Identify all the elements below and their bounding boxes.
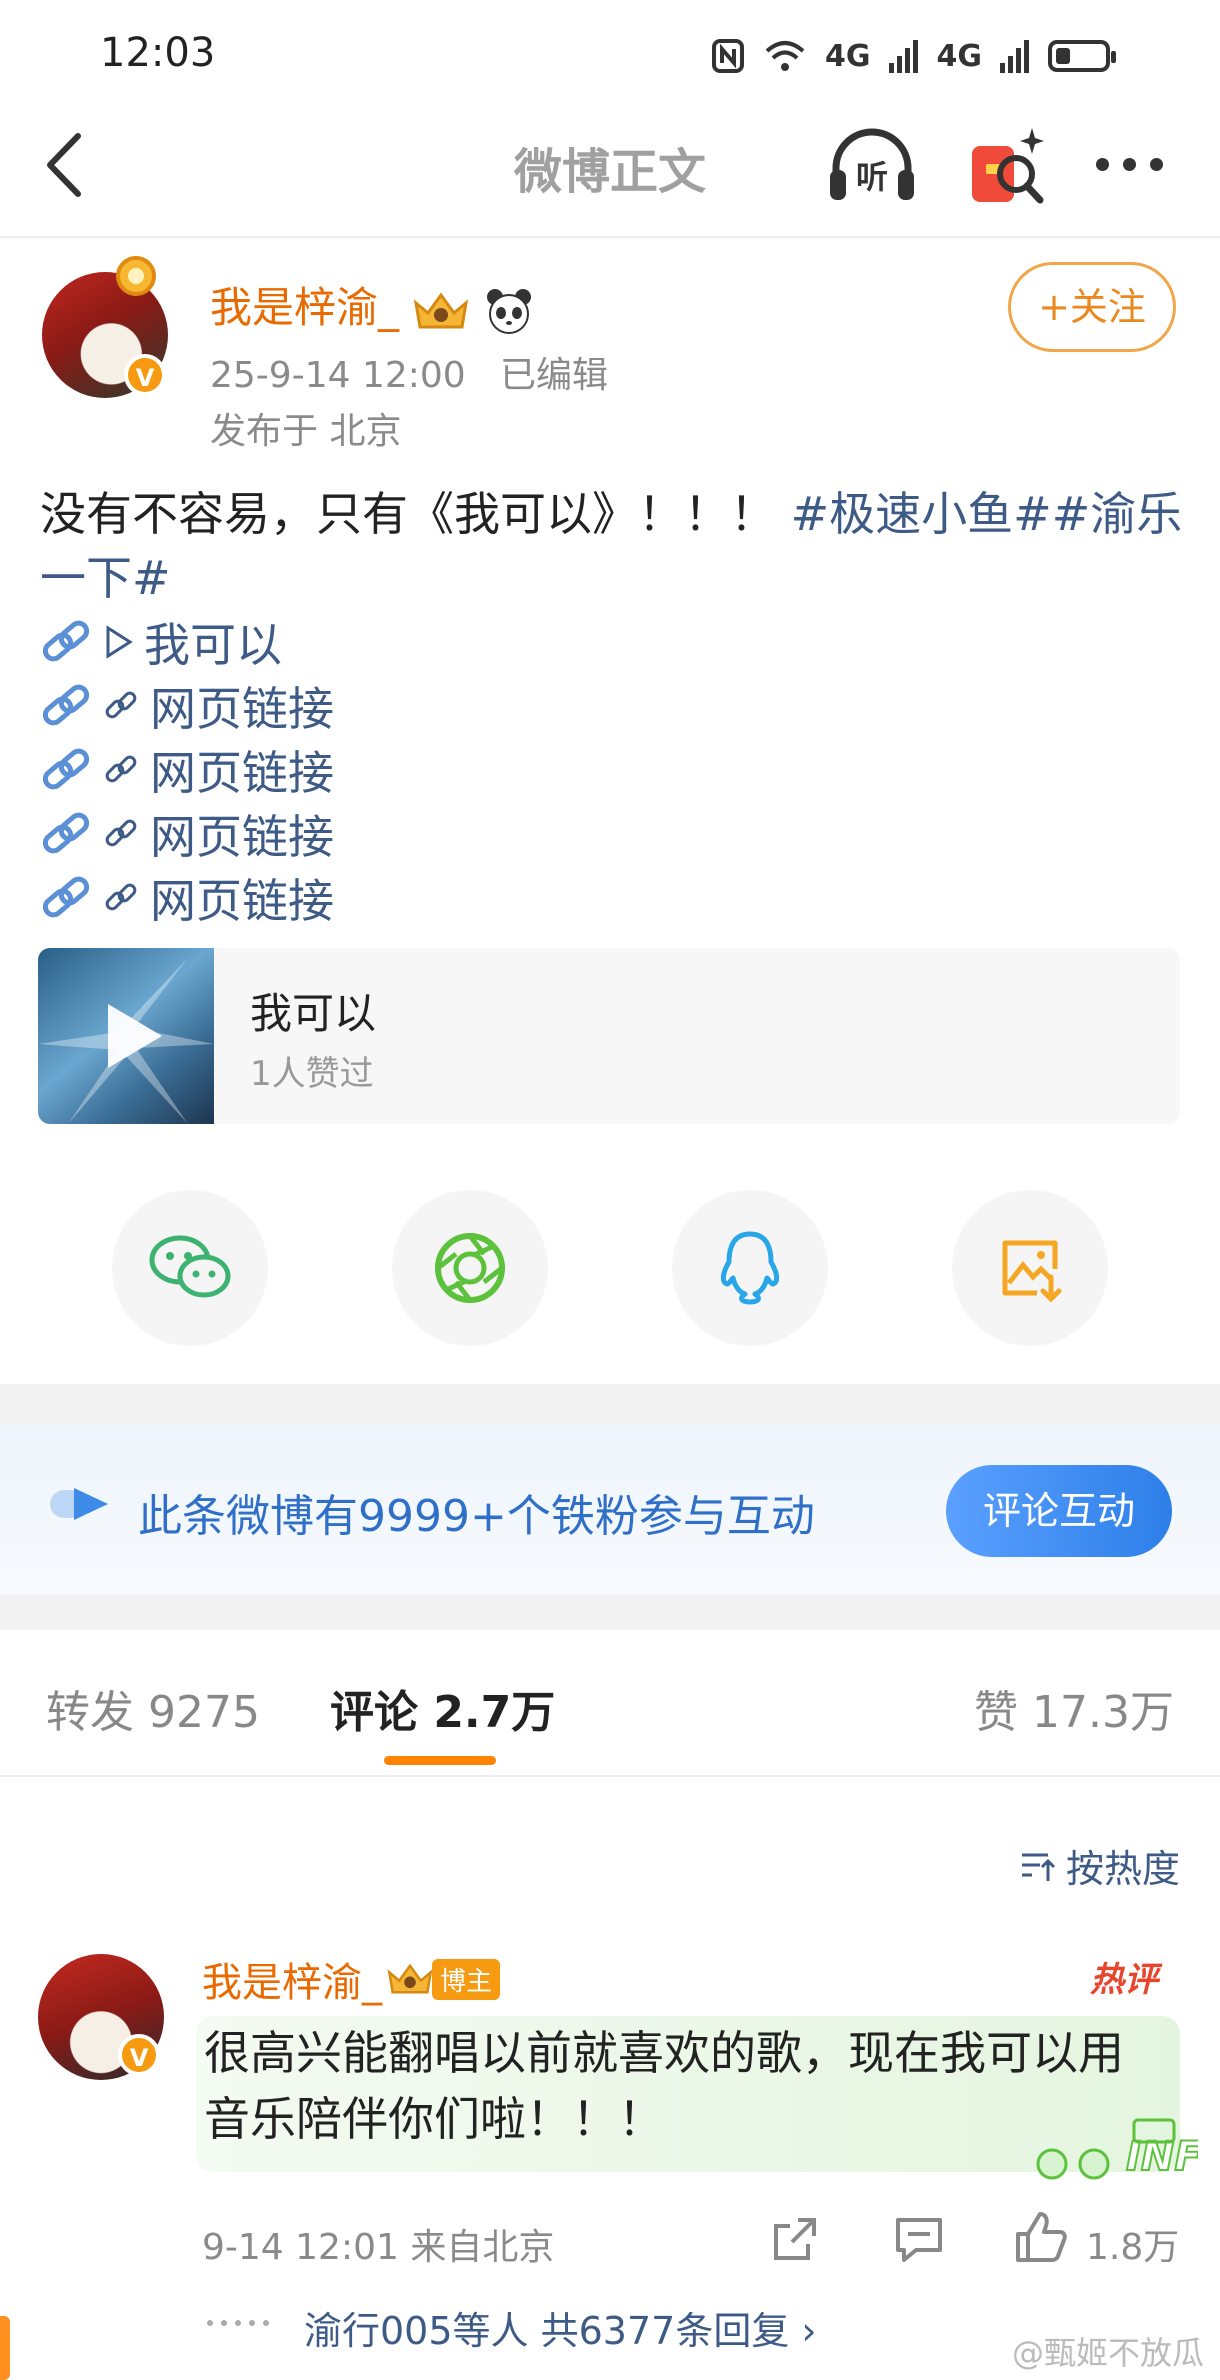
link-label[interactable]: 网页链接 [150, 865, 334, 931]
qq-icon [720, 1231, 780, 1305]
status-icons: 4G 4G [711, 38, 1116, 74]
web-link[interactable]: 网页链接 [40, 738, 334, 802]
ellipsis-icon [207, 2320, 269, 2326]
watermark: @甄姬不放瓜 [1012, 2334, 1205, 2372]
edited-label[interactable]: 已编辑 [500, 355, 608, 396]
signal-2-label: 4G [936, 38, 983, 74]
link-icon [105, 755, 137, 783]
red-packet-search-icon[interactable] [966, 124, 1046, 208]
signal-bars-icon [1000, 40, 1029, 73]
view-replies-link[interactable]: 渝行005等人 共6377条回复 › [304, 2300, 817, 2355]
fans-banner-text: 此条微博有9999+个铁粉参与互动 [138, 1491, 815, 1542]
chain-link-icon [42, 620, 90, 662]
medal-badge-icon [116, 256, 156, 296]
share-comment-icon[interactable] [770, 2214, 820, 2264]
commenter-name-text[interactable]: 我是梓渝_ [202, 1950, 382, 2008]
verified-badge-icon: V [118, 2034, 160, 2076]
status-time: 12:03 [100, 30, 216, 76]
comment-interact-button[interactable]: 评论互动 [946, 1465, 1172, 1557]
crown-badge-icon [387, 1963, 433, 1994]
more-icon[interactable] [1096, 150, 1168, 178]
signal-1-label: 4G [825, 38, 871, 74]
wifi-icon [765, 41, 805, 71]
tabs-divider [0, 1775, 1220, 1777]
author-name-text[interactable]: 我是梓渝_ [210, 283, 399, 332]
save-image-icon [1002, 1240, 1062, 1303]
post-text: 没有不容易，只有《我可以》！！！ [40, 487, 776, 541]
play-icon[interactable] [38, 948, 214, 1124]
chain-link-icon [42, 748, 90, 790]
link-label[interactable]: 网页链接 [150, 673, 334, 739]
tab-likes[interactable]: 赞 17.3万 [974, 1676, 1174, 1740]
link-label[interactable]: 网页链接 [150, 737, 334, 803]
comment-time-location: 9-14 12:01 来自北京 [202, 2227, 555, 2268]
post-body: 没有不容易，只有《我可以》！！！ #极速小鱼##渝乐一下# [40, 482, 1190, 610]
author-name[interactable]: 我是梓渝_ [210, 274, 534, 336]
music-link[interactable]: 我可以 [40, 610, 282, 674]
music-title: 我可以 [250, 989, 377, 1038]
post-timestamp: 25-9-14 12:00 已编辑 [210, 346, 608, 398]
reply-icon[interactable] [892, 2214, 946, 2264]
share-moments-button[interactable] [392, 1190, 548, 1346]
follow-button[interactable]: +关注 [1008, 262, 1176, 352]
panda-emoji-icon [486, 288, 531, 334]
music-cover[interactable] [38, 948, 214, 1124]
commenter-name[interactable]: 我是梓渝_ 博主 [202, 1950, 501, 2008]
section-divider [0, 1594, 1220, 1630]
link-label[interactable]: 网页链接 [150, 801, 334, 867]
music-card[interactable]: 我可以 1人赞过 [38, 948, 1180, 1124]
hot-comment-badge: 热评 [1090, 1960, 1158, 2000]
post-location: 发布于 北京 [210, 411, 402, 452]
web-link[interactable]: 网页链接 [40, 866, 334, 930]
chain-link-icon [42, 684, 90, 726]
crown-badge-icon [414, 291, 469, 328]
nfc-icon [712, 39, 744, 73]
chain-link-icon [42, 876, 90, 918]
chain-link-icon [42, 812, 90, 854]
save-image-button[interactable] [952, 1190, 1108, 1346]
wechat-icon [149, 1235, 231, 1298]
web-link[interactable]: 网页链接 [40, 674, 334, 738]
fans-toggle-icon [50, 1488, 108, 1520]
link-label[interactable]: 我可以 [144, 609, 282, 675]
link-icon [105, 691, 137, 719]
moments-icon [435, 1233, 505, 1303]
share-wechat-button[interactable] [112, 1190, 268, 1346]
sort-label[interactable]: 按热度 [1066, 1838, 1180, 1893]
sort-icon [1021, 1853, 1056, 1881]
comment-text: 很高兴能翻唱以前就喜欢的歌，现在我可以用音乐陪伴你们啦！！！ [204, 2026, 1124, 2146]
link-icon [105, 819, 137, 847]
timestamp-text: 25-9-14 12:00 [210, 355, 466, 396]
side-edge-tab[interactable] [0, 2316, 10, 2380]
tab-comments[interactable]: 评论 2.7万 [330, 1676, 555, 1740]
sort-button[interactable]: 按热度 [1018, 1838, 1180, 1893]
infp-sticker-icon: INFP [1036, 2118, 1198, 2181]
web-link[interactable]: 网页链接 [40, 802, 334, 866]
share-qq-button[interactable] [672, 1190, 828, 1346]
battery-icon [1048, 40, 1116, 72]
section-divider [0, 1384, 1220, 1424]
like-count: 1.8万 [1086, 2227, 1180, 2268]
like-icon[interactable] [1012, 2210, 1068, 2266]
listen-label: 听 [856, 158, 888, 196]
author-role-badge: 博主 [432, 1958, 501, 2000]
link-icon [105, 883, 137, 911]
tab-repost[interactable]: 转发 9275 [46, 1676, 260, 1740]
signal-bars-icon [888, 40, 918, 73]
play-outline-icon [106, 625, 133, 659]
music-likes: 1人赞过 [250, 1054, 374, 1094]
active-tab-indicator [384, 1756, 496, 1765]
verified-badge-icon: V [124, 354, 166, 396]
headphones-listen-icon[interactable]: 听 [826, 124, 918, 208]
topic-link[interactable]: #极速小鱼# [791, 487, 1052, 541]
nav-divider [0, 236, 1220, 238]
